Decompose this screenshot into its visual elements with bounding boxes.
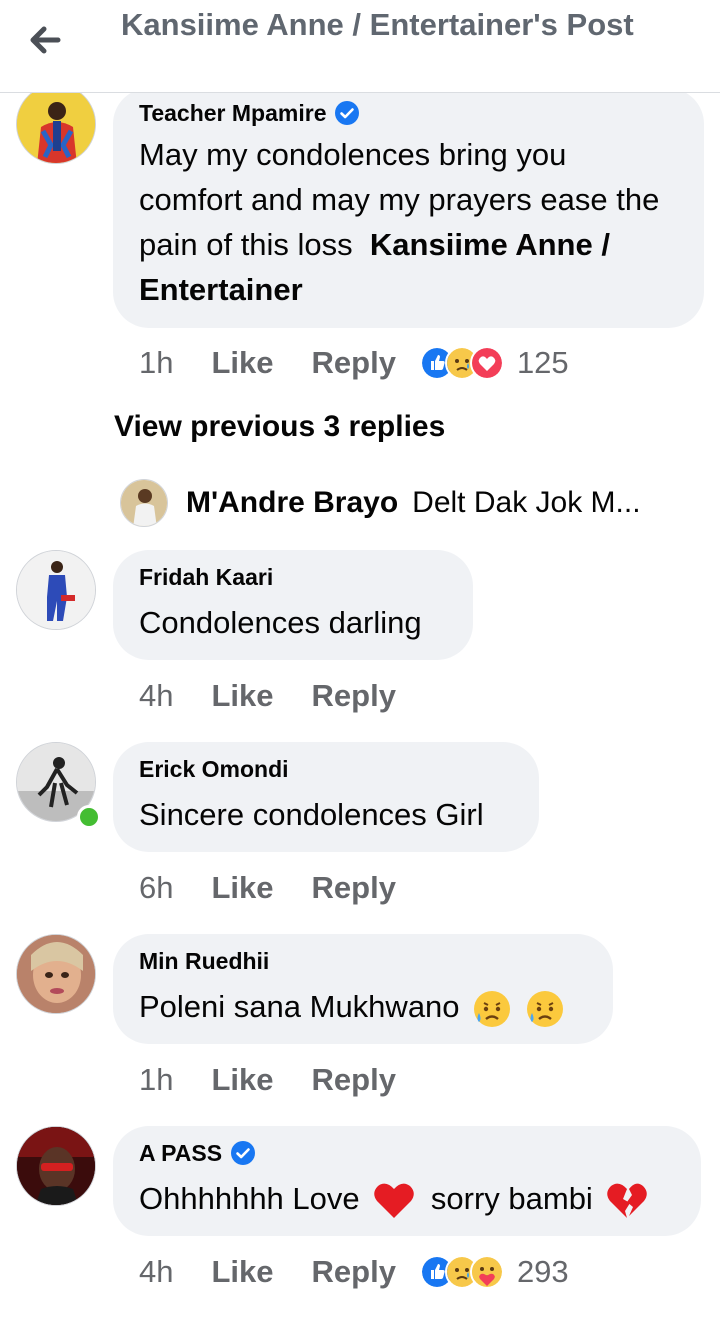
comment-bubble[interactable]: Teacher Mpamire May my condolences bring… xyxy=(113,88,704,328)
comment-actions: 1h Like Reply 125 xyxy=(139,341,569,385)
care-reaction-icon xyxy=(469,346,504,380)
comment-actions: 1h Like Reply xyxy=(139,1058,420,1102)
comment-author[interactable]: Fridah Kaari xyxy=(139,562,447,592)
reply-button[interactable]: Reply xyxy=(312,1062,396,1098)
comment-time[interactable]: 4h xyxy=(139,1254,173,1290)
comment-text: Condolences darling xyxy=(139,605,422,640)
avatar[interactable] xyxy=(120,479,168,527)
reply-button[interactable]: Reply xyxy=(312,870,396,906)
page-title: Kansiime Anne / Entertainer's Post xyxy=(121,7,634,42)
comment-author[interactable]: A PASS xyxy=(139,1138,222,1168)
comment-time[interactable]: 4h xyxy=(139,678,173,714)
comment-text: Poleni sana Mukhwano xyxy=(139,984,587,1029)
verified-badge-icon xyxy=(230,1140,256,1166)
verified-badge-icon xyxy=(334,100,360,126)
like-button[interactable]: Like xyxy=(211,870,273,906)
like-button[interactable]: Like xyxy=(211,1062,273,1098)
sad-but-relieved-face-icon xyxy=(526,990,563,1027)
comment-time[interactable]: 1h xyxy=(139,1062,173,1098)
comment-time[interactable]: 6h xyxy=(139,870,173,906)
view-previous-replies-link[interactable]: View previous 3 replies xyxy=(114,410,445,444)
red-heart-icon xyxy=(374,1183,415,1218)
avatar[interactable] xyxy=(16,934,96,1014)
comment-text: May my condolences bring you comfort and… xyxy=(139,137,660,307)
top-bar: Kansiime Anne / Entertainer's Post xyxy=(0,0,720,93)
reactions-summary[interactable] xyxy=(419,346,504,380)
like-button[interactable]: Like xyxy=(211,1254,273,1290)
comment-actions: 6h Like Reply xyxy=(139,866,420,910)
comment-bubble[interactable]: Fridah Kaari Condolences darling xyxy=(113,550,473,660)
comment-text: Sincere condolences Girl xyxy=(139,797,484,832)
online-status-indicator xyxy=(77,805,101,829)
reaction-count[interactable]: 125 xyxy=(517,345,569,381)
like-button[interactable]: Like xyxy=(211,345,273,381)
comment-bubble[interactable]: A PASS Ohhhhhhh Love sorry bambi xyxy=(113,1126,701,1236)
comment-bubble[interactable]: Min Ruedhii Poleni sana Mukhwano xyxy=(113,934,613,1044)
back-arrow-icon[interactable] xyxy=(22,18,70,62)
reaction-count[interactable]: 293 xyxy=(517,1254,569,1290)
reply-button[interactable]: Reply xyxy=(312,1254,396,1290)
comment-time[interactable]: 1h xyxy=(139,345,173,381)
reply-button[interactable]: Reply xyxy=(312,678,396,714)
comment-author[interactable]: Teacher Mpamire xyxy=(139,98,326,128)
broken-heart-icon xyxy=(607,1183,648,1218)
comment-actions: 4h Like Reply 293 xyxy=(139,1250,569,1294)
reply-preview[interactable]: M'Andre Brayo Delt Dak Jok M... xyxy=(120,478,700,528)
reply-button[interactable]: Reply xyxy=(312,345,396,381)
avatar[interactable] xyxy=(16,550,96,630)
avatar[interactable] xyxy=(16,84,96,164)
reactions-summary[interactable] xyxy=(419,1255,504,1289)
care-reaction-icon xyxy=(469,1255,504,1289)
comment-bubble[interactable]: Erick Omondi Sincere condolences Girl xyxy=(113,742,539,852)
comment-author[interactable]: Min Ruedhii xyxy=(139,946,587,976)
reply-author[interactable]: M'Andre Brayo xyxy=(186,486,398,520)
avatar[interactable] xyxy=(16,1126,96,1206)
comment-author[interactable]: Erick Omondi xyxy=(139,754,513,784)
reply-snippet: Delt Dak Jok M... xyxy=(412,486,641,519)
comment-actions: 4h Like Reply xyxy=(139,674,420,718)
sad-but-relieved-face-icon xyxy=(474,990,511,1027)
like-button[interactable]: Like xyxy=(211,678,273,714)
comment-text: Ohhhhhhh Love sorry bambi xyxy=(139,1176,675,1221)
